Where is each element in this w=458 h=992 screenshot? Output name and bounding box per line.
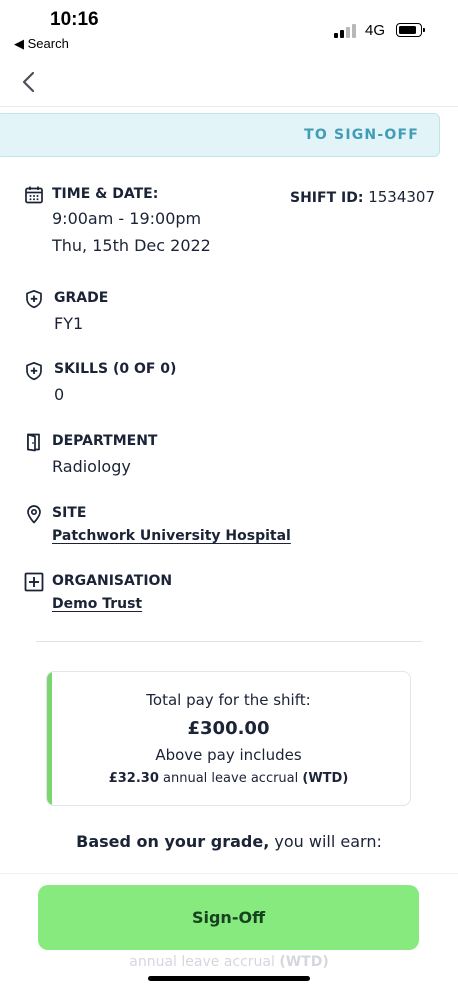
shift-id-value: 1534307 — [368, 188, 436, 206]
skills-label: SKILLS (0 OF 0) — [54, 361, 177, 377]
plus-square-icon — [24, 572, 44, 592]
site-label: SITE — [52, 505, 87, 521]
status-banner-text: TO SIGN-OFF — [304, 127, 419, 143]
status-banner: TO SIGN-OFF — [0, 113, 440, 157]
shift-id-label: SHIFT ID: — [290, 190, 364, 206]
pay-includes-label: Above pay includes — [155, 746, 302, 764]
sign-off-button[interactable]: Sign-Off — [38, 885, 419, 950]
grade-earn-rest: you will earn: — [274, 832, 382, 851]
grade-label: GRADE — [54, 290, 109, 306]
time-range: 9:00am - 19:00pm — [52, 209, 202, 228]
chevron-left-icon[interactable] — [18, 68, 40, 96]
site-link[interactable]: Patchwork University Hospital — [52, 528, 291, 544]
organisation-label: ORGANISATION — [52, 573, 173, 589]
total-pay-label: Total pay for the shift: — [146, 691, 311, 709]
door-icon — [24, 432, 44, 452]
accrual-line: £32.30 annual leave accrual (WTD) — [47, 771, 410, 786]
grade-value: FY1 — [54, 314, 84, 333]
location-pin-icon — [24, 504, 44, 524]
accrual-amount: £32.30 — [108, 771, 159, 786]
home-indicator[interactable] — [148, 976, 310, 981]
scrolled-accrual-label: annual leave accrual — [129, 954, 275, 970]
shift-date: Thu, 15th Dec 2022 — [52, 236, 211, 255]
department-value: Radiology — [52, 457, 131, 476]
grade-earn-bold: Based on your grade, — [76, 832, 270, 851]
pay-summary-card: Total pay for the shift: £300.00 Above p… — [46, 671, 411, 806]
calendar-icon — [24, 185, 44, 205]
shield-plus-icon — [24, 289, 44, 309]
status-time: 10:16 — [50, 9, 99, 30]
section-divider — [36, 641, 422, 642]
department-label: DEPARTMENT — [52, 433, 158, 449]
accrual-text: annual leave accrual — [163, 771, 299, 786]
shield-plus-icon — [24, 361, 44, 381]
signal-strength-icon — [334, 24, 358, 38]
skills-value: 0 — [54, 385, 65, 404]
organisation-link[interactable]: Demo Trust — [52, 596, 142, 612]
accrual-suffix: (WTD) — [302, 771, 349, 786]
time-date-label: TIME & DATE: — [52, 186, 159, 202]
scrolled-accrual-text: annual leave accrual (WTD) — [0, 954, 458, 970]
network-type: 4G — [365, 22, 386, 39]
back-to-search-link[interactable]: ◀ Search — [14, 36, 69, 52]
scrolled-accrual-suffix: (WTD) — [279, 954, 329, 970]
shift-id: SHIFT ID: 1534307 — [290, 188, 435, 206]
total-pay-amount: £300.00 — [187, 718, 270, 739]
header-divider — [0, 106, 458, 107]
grade-earn-heading: Based on your grade, you will earn: — [0, 832, 458, 851]
battery-icon — [396, 23, 425, 37]
